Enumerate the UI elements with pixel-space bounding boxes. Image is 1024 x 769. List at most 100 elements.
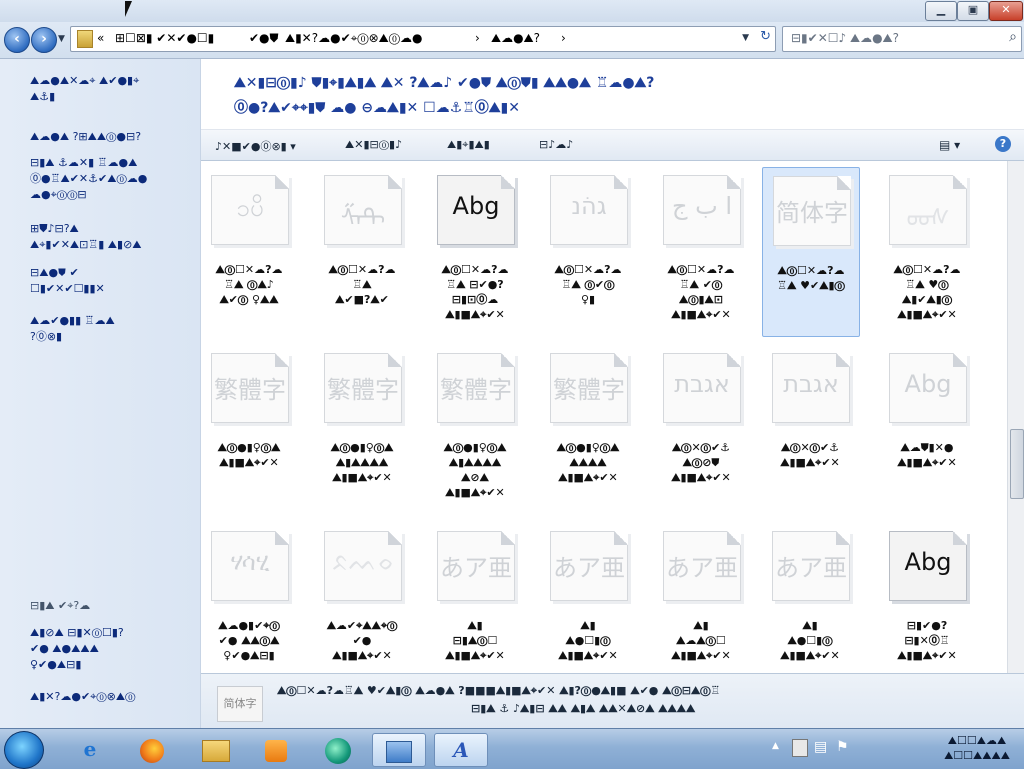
page-fold-icon bbox=[501, 175, 515, 189]
font-thumbnail: Abg bbox=[889, 531, 967, 601]
font-item[interactable]: あア亜 ⛰▮ ⊟▮⛰⓪☐ ⛰▮■⛰⌖✔✕ bbox=[427, 523, 523, 673]
sidebar-link-5[interactable]: ⊟⛰●⛊ ✔ ☐▮✔✕✔☐▮▮✕ bbox=[30, 265, 105, 297]
sidebar-bottom-link-2[interactable]: ⛰▮✕?☁●✔⌖⓪⊗⛰⓪ bbox=[30, 689, 135, 705]
font-item[interactable]: אגבת ⛰⓪✕⓪✔⚓ ⛰⓪⊘⛊ ⛰▮■⛰⌖✔✕ bbox=[653, 345, 749, 513]
font-caption: ⛰⓪☐✕☁?☁ ♖⛰ ⛰✔■?⛰✔ bbox=[328, 263, 396, 306]
page-fold-icon bbox=[614, 175, 628, 189]
font-item[interactable]: ၥပိ ⛰⓪☐✕☁?☁ ♖⛰ ⓪⛰♪ ⛰✔⓪ ♀⛰⛰ bbox=[201, 167, 297, 335]
breadcrumb-0[interactable]: « bbox=[97, 31, 104, 45]
font-item[interactable]: 繁體字 ⛰⓪●▮♀⓪⛰ ⛰▮■⛰⌖✔✕ bbox=[201, 345, 297, 513]
font-thumbnail: あア亜 bbox=[437, 531, 515, 601]
font-item[interactable]: ᠱᠨᠲ ⛰⓪☐✕☁?☁ ♖⛰ ⛰✔■?⛰✔ bbox=[314, 167, 410, 335]
font-item[interactable]: Abg ⛰☁⛊▮✕● ⛰▮■⛰⌖✔✕ bbox=[879, 345, 975, 513]
browser-icon[interactable] bbox=[312, 733, 364, 765]
organize-button[interactable]: ♪✕■✔●⓪⊗▮ ▾ bbox=[215, 138, 296, 154]
control-panel-icon[interactable] bbox=[372, 733, 426, 767]
font-item[interactable]: 繁體字 ⛰⓪●▮♀⓪⛰ ⛰▮⛰⛰⛰⛰ ⛰⊘⛰ ⛰▮■⛰⌖✔✕ bbox=[427, 345, 523, 513]
maximize-button[interactable]: ▣ bbox=[957, 1, 989, 21]
font-sample-glyph: ᡂᠰ bbox=[906, 204, 950, 232]
close-button[interactable]: ✕ bbox=[989, 1, 1023, 21]
ie-icon[interactable]: e bbox=[64, 733, 116, 765]
font-thumbnail: Abg bbox=[437, 175, 515, 245]
help-icon[interactable]: ? bbox=[995, 136, 1011, 152]
sidebar-link-6[interactable]: ⛰☁✔●▮▮ ♖☁⛰ ?⓪⊗▮ bbox=[30, 313, 115, 345]
media-player-icon[interactable] bbox=[250, 733, 302, 765]
font-thumbnail: 繁體字 bbox=[437, 353, 515, 423]
details-pane: 简体字 ⛰⓪☐✕☁?☁♖⛰ ♥✔⛰▮⓪ ⛰☁●⛰ ?■■■⛰▮■⛰⌖✔✕ ⛰▮?… bbox=[201, 673, 1024, 729]
breadcrumb-sep-icon[interactable]: › bbox=[561, 31, 566, 45]
font-thumbnail: ᠱᠨᠲ bbox=[324, 175, 402, 245]
font-item[interactable]: 繁體字 ⛰⓪●▮♀⓪⛰ ⛰⛰⛰⛰ ⛰▮■⛰⌖✔✕ bbox=[540, 345, 636, 513]
font-caption: ⛰▮ ⛰●☐▮⓪ ⛰▮■⛰⌖✔✕ bbox=[780, 619, 840, 662]
search-icon[interactable]: ⌕ bbox=[1009, 29, 1017, 45]
organize-label: ♪✕■✔●⓪⊗▮ bbox=[215, 140, 287, 153]
sidebar-link-4[interactable]: ⊞⛊♪⊟?⛰ ⛰⌖▮✔✕⛰⊡♖▮ ⛰▮⊘⛰ bbox=[30, 221, 142, 253]
address-dropdown-icon[interactable]: ▼ bbox=[742, 33, 749, 43]
font-sample-glyph: ሃሳሂ bbox=[230, 548, 270, 576]
font-item[interactable]: ሃሳሂ ⛰☁●▮✔⌖⓪ ✔● ⛰⛰⓪⛰ ♀✔●⛰⊟▮ bbox=[201, 523, 297, 673]
forward-arrow-icon[interactable]: › bbox=[31, 27, 57, 53]
font-item[interactable]: Abg ⛰⓪☐✕☁?☁ ♖⛰ ⊟✔●? ⊟▮⊡⓪☁ ⛰▮■⛰⌖✔✕ bbox=[427, 167, 523, 335]
minimize-button[interactable]: ▁ bbox=[925, 1, 957, 21]
font-sample-glyph: あア亜 bbox=[775, 554, 847, 582]
vertical-scrollbar[interactable] bbox=[1007, 161, 1024, 673]
font-item[interactable]: ᨅᨓᨔ ⛰☁✔⌖⛰⛰⌖⓪ ✔● ⛰▮■⛰⌖✔✕ bbox=[314, 523, 410, 673]
font-sample-glyph: Abg bbox=[452, 192, 500, 220]
back-arrow-icon[interactable]: ‹ bbox=[4, 27, 30, 53]
search-input[interactable]: ⊟▮✔✕☐♪ ⛰☁●⛰? ⌕ bbox=[782, 26, 1022, 52]
font-thumbnail: ᨅᨓᨔ bbox=[324, 531, 402, 601]
recent-pages-chevron-icon[interactable]: ▼ bbox=[58, 34, 65, 44]
preview-button[interactable]: ⛰✕▮⊟⓪▮♪ bbox=[345, 138, 402, 152]
network-icon[interactable]: ▤ bbox=[814, 739, 827, 755]
page-fold-icon bbox=[388, 175, 402, 189]
breadcrumb-2[interactable]: ✔●⛊ bbox=[249, 31, 279, 46]
show-hidden-icons-icon[interactable]: ▲ bbox=[772, 741, 779, 751]
font-caption: ⛰⓪●▮♀⓪⛰ ⛰▮⛰⛰⛰⛰ ⛰▮■⛰⌖✔✕ bbox=[330, 441, 394, 484]
font-caption: ⛰⓪☐✕☁?☁ ♖⛰ ⊟✔●? ⊟▮⊡⓪☁ ⛰▮■⛰⌖✔✕ bbox=[441, 263, 509, 321]
font-item[interactable]: Abg ⊟▮✔●? ⊟▮✕⓪♖ ⛰▮■⛰⌖✔✕ bbox=[879, 523, 975, 673]
firefox-icon[interactable] bbox=[126, 733, 178, 765]
sidebar-bottom-link-1[interactable]: ⛰▮⊘⛰ ⊟▮✕⓪☐▮? ✔● ⛰●⛰⛰⛰ ♀✔●⛰⊟▮ bbox=[30, 625, 124, 673]
font-item[interactable]: ا ب ج ⛰⓪☐✕☁?☁ ♖⛰ ✔⓪ ⛰⓪▮⛰⊡ ⛰▮■⛰⌖✔✕ bbox=[653, 167, 749, 335]
page-fold-icon bbox=[836, 353, 850, 367]
breadcrumb-3[interactable]: ⛰▮✕?☁●✔⌖⓪⊗⛰⓪☁● bbox=[285, 31, 422, 46]
font-item[interactable]: 繁體字 ⛰⓪●▮♀⓪⛰ ⛰▮⛰⛰⛰⛰ ⛰▮■⛰⌖✔✕ bbox=[314, 345, 410, 513]
action-center-icon[interactable] bbox=[792, 739, 808, 757]
sidebar-link-2[interactable]: ⛰☁●⛰ ?⊞⛰⛰⓪●⊟? bbox=[30, 129, 141, 145]
volume-icon[interactable]: ⚑ bbox=[836, 739, 849, 755]
font-thumbnail: あア亜 bbox=[772, 531, 850, 601]
breadcrumb-4[interactable]: ⛰☁●⛰? bbox=[491, 31, 540, 46]
font-item[interactable]: あア亜 ⛰▮ ⛰☁⛰⓪☐ ⛰▮■⛰⌖✔✕ bbox=[653, 523, 749, 673]
page-fold-icon bbox=[953, 175, 967, 189]
breadcrumb-sep-icon[interactable]: › bbox=[475, 31, 480, 45]
sidebar-link-1[interactable]: ⛰☁●⛰✕☁⌖ ⛰✔●▮⌖ ⛰⚓▮ bbox=[30, 73, 139, 105]
title-bar[interactable]: ▁ ▣ ✕ bbox=[0, 0, 1024, 22]
font-sample-glyph: ׁגהנ bbox=[571, 192, 607, 220]
font-caption: ⊟▮✔●? ⊟▮✕⓪♖ ⛰▮■⛰⌖✔✕ bbox=[897, 619, 957, 662]
scrollbar-thumb[interactable] bbox=[1010, 429, 1024, 499]
font-sample-glyph: Abg bbox=[904, 548, 952, 576]
font-sample-glyph: あア亜 bbox=[666, 554, 738, 582]
font-caption: ⛰☁⛊▮✕● ⛰▮■⛰⌖✔✕ bbox=[897, 441, 957, 469]
font-item[interactable]: אגבת ⛰⓪✕⓪✔⚓ ⛰▮■⛰⌖✔✕ bbox=[762, 345, 858, 513]
details-thumbnail: 简体字 bbox=[217, 686, 263, 722]
font-item[interactable]: ᡂᠰ ⛰⓪☐✕☁?☁ ♖⛰ ♥⓪ ⛰▮✔⛰▮⓪ ⛰▮■⛰⌖✔✕ bbox=[879, 167, 975, 335]
breadcrumb-1[interactable]: ⊞☐⊠▮ ✔✕✔●☐▮ bbox=[115, 31, 214, 45]
view-options-icon[interactable]: ▤ ▾ bbox=[939, 138, 960, 152]
show-button[interactable]: ⊟♪☁♪ bbox=[539, 138, 573, 151]
font-caption: ⛰▮ ⊟▮⛰⓪☐ ⛰▮■⛰⌖✔✕ bbox=[445, 619, 505, 662]
font-item[interactable]: あア亜 ⛰▮ ⛰●☐▮⓪ ⛰▮■⛰⌖✔✕ bbox=[762, 523, 858, 673]
fonts-icon[interactable]: A bbox=[434, 733, 488, 767]
font-item[interactable]: ׁגהנ ⛰⓪☐✕☁?☁ ♖⛰ ⓪✔⓪ ♀▮ bbox=[540, 167, 636, 335]
refresh-icon[interactable]: ↻ bbox=[760, 29, 771, 44]
clock[interactable]: ⛰☐☐⛰☁⛰ ⛰☐☐⛰⛰⛰⛰ bbox=[944, 733, 1010, 763]
explorer-icon[interactable] bbox=[190, 733, 242, 765]
command-bar: ♪✕■✔●⓪⊗▮ ▾ ⛰✕▮⊟⓪▮♪ ⛰▮⌖▮⛰▮ ⊟♪☁♪ ▤ ▾ ? bbox=[201, 130, 1024, 161]
delete-button[interactable]: ⛰▮⌖▮⛰▮ bbox=[447, 138, 490, 152]
font-caption: ⛰⓪☐✕☁?☁ ♖⛰ ♥✔⛰▮⓪ bbox=[777, 264, 845, 292]
start-button[interactable] bbox=[4, 731, 44, 769]
font-item[interactable]: 简体字 ⛰⓪☐✕☁?☁ ♖⛰ ♥✔⛰▮⓪ bbox=[762, 167, 860, 337]
font-item[interactable]: あア亜 ⛰▮ ⛰●☐▮⓪ ⛰▮■⛰⌖✔✕ bbox=[540, 523, 636, 673]
sidebar-link-3[interactable]: ⊟▮⛰ ⚓☁✕▮ ♖☁●⛰ ⓪●♖⛰✔✕⚓✔⛰⓪☁● ☁●⌖⓪⓪⊟ bbox=[30, 155, 147, 203]
address-bar[interactable]: « ⊞☐⊠▮ ✔✕✔●☐▮ ✔●⛊ ⛰▮✕?☁●✔⌖⓪⊗⛰⓪☁● › ⛰☁●⛰?… bbox=[70, 26, 776, 52]
